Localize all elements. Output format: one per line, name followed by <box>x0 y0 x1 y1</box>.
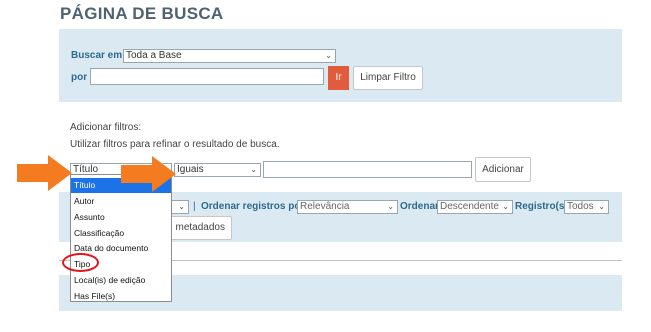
results-per-page-select[interactable]: ⌄ <box>170 200 189 214</box>
records-select[interactable]: Todos ⌄ <box>564 200 609 214</box>
chevron-down-icon: ⌄ <box>598 202 605 211</box>
highlight-circle <box>62 253 99 272</box>
filters-heading: Adicionar filtros: <box>70 122 142 133</box>
filter-term-input[interactable] <box>263 161 472 178</box>
sort-separator: | <box>193 201 196 212</box>
dropdown-option-autor[interactable]: Autor <box>71 194 171 209</box>
clear-filter-button[interactable]: Limpar Filtro <box>353 66 423 90</box>
buscar-em-label: Buscar em: <box>71 50 126 61</box>
chevron-down-icon: ⌄ <box>387 202 394 211</box>
por-label: por <box>71 72 88 83</box>
order-by-select[interactable]: Relevância ⌄ <box>297 200 398 214</box>
chevron-down-icon: ⌄ <box>325 51 332 60</box>
buscar-em-select[interactable]: Toda a Base ⌄ <box>123 49 336 63</box>
chevron-down-icon: ⌄ <box>250 165 257 174</box>
page-title: PÁGINA DE BUSCA <box>60 4 224 23</box>
order-by-label: Ordenar registros por <box>201 201 305 212</box>
dropdown-option-local-edicao[interactable]: Local(is) de edição <box>71 273 171 288</box>
search-input[interactable] <box>90 68 324 85</box>
order-label: Ordenar <box>400 201 439 212</box>
dropdown-option-has-files[interactable]: Has File(s) <box>71 289 171 304</box>
filter-operator-select[interactable]: Iguais ⌄ <box>174 163 261 177</box>
order-by-value: Relevância <box>300 201 350 212</box>
go-button[interactable]: Ir <box>328 66 349 90</box>
records-label: Registro(s) <box>515 201 568 212</box>
chevron-down-icon: ⌄ <box>178 202 185 211</box>
filter-operator-value: Iguais <box>177 164 204 175</box>
dropdown-option-assunto[interactable]: Assunto <box>71 210 171 225</box>
dropdown-option-classificacao[interactable]: Classificação <box>71 226 171 241</box>
order-select[interactable]: Descendente ⌄ <box>437 200 513 214</box>
order-value: Descendente <box>440 201 499 212</box>
arrow-right-icon <box>17 155 72 191</box>
arrow-right-icon <box>121 156 176 192</box>
records-value: Todos <box>567 201 594 212</box>
filter-field-dropdown: Título Autor Assunto Classificação Data … <box>70 174 172 302</box>
buscar-em-value: Toda a Base <box>126 50 182 61</box>
filters-help-text: Utilizar filtros para refinar o resultad… <box>70 139 280 150</box>
add-filter-button[interactable]: Adicionar <box>475 157 531 182</box>
chevron-down-icon: ⌄ <box>502 202 509 211</box>
